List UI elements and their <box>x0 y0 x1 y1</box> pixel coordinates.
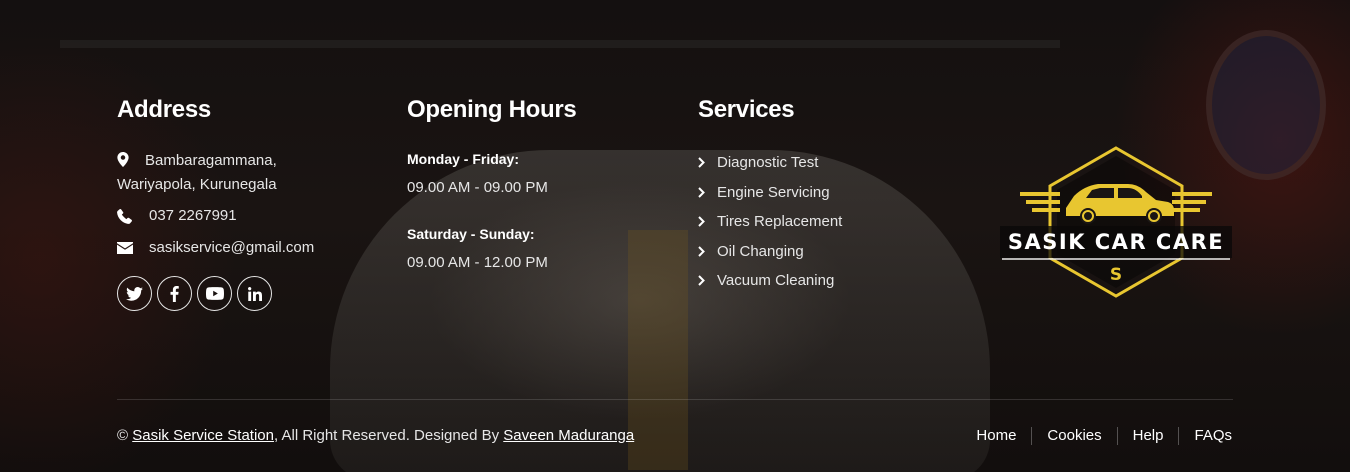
service-label: Diagnostic Test <box>717 154 819 172</box>
twitter-icon <box>126 286 143 301</box>
copyright-text: © Sasik Service Station, All Right Reser… <box>117 427 634 444</box>
weekend-label: Saturday - Sunday: <box>407 226 535 242</box>
phone-number: 037 2267991 <box>149 207 237 224</box>
footer-nav-faqs[interactable]: FAQs <box>1178 427 1232 445</box>
footer-nav-help[interactable]: Help <box>1116 427 1179 445</box>
youtube-button[interactable] <box>197 276 232 311</box>
address-email: sasikservice@gmail.com <box>117 238 314 258</box>
weekend-hours: 09.00 AM - 12.00 PM <box>407 254 548 271</box>
opening-hours-heading: Opening Hours <box>407 96 577 123</box>
designer-link[interactable]: Saveen Maduranga <box>503 427 634 444</box>
copyright-symbol: © <box>117 427 129 444</box>
address-line-2: Wariyapola, Kurunegala <box>117 176 277 193</box>
chevron-right-icon <box>698 157 717 168</box>
service-link-vacuum-cleaning[interactable]: Vacuum Cleaning <box>698 266 842 296</box>
service-label: Engine Servicing <box>717 183 830 201</box>
site-name-link[interactable]: Sasik Service Station <box>132 427 274 444</box>
service-link-engine-servicing[interactable]: Engine Servicing <box>698 178 842 208</box>
linkedin-button[interactable] <box>237 276 272 311</box>
chevron-right-icon <box>698 216 717 227</box>
phone-icon <box>117 206 149 226</box>
address-phone: 037 2267991 <box>117 206 237 226</box>
logo-text: SASIK CAR CARE <box>1008 230 1224 254</box>
email-address: sasikservice@gmail.com <box>149 239 315 256</box>
footer-divider <box>117 399 1233 400</box>
service-label: Vacuum Cleaning <box>717 272 835 290</box>
service-label: Tires Replacement <box>717 213 843 231</box>
chevron-right-icon <box>698 275 717 286</box>
services-heading: Services <box>698 96 795 123</box>
weekday-label: Monday - Friday: <box>407 151 520 167</box>
footer-nav-home[interactable]: Home <box>961 427 1031 445</box>
service-link-tires-replacement[interactable]: Tires Replacement <box>698 207 842 237</box>
facebook-icon <box>170 285 179 302</box>
address-line-1: Bambaragammana, <box>145 152 277 169</box>
sasik-car-care-logo: SASIK CAR CARE S <box>1000 146 1232 298</box>
address-location: Bambaragammana, Wariyapola, Kurunegala <box>117 149 277 193</box>
logo-letter: S <box>1110 265 1122 285</box>
services-list: Diagnostic Test Engine Servicing Tires R… <box>698 148 842 296</box>
footer-nav-cookies[interactable]: Cookies <box>1031 427 1116 445</box>
envelope-icon <box>117 238 149 258</box>
service-link-diagnostic-test[interactable]: Diagnostic Test <box>698 148 842 178</box>
weekday-hours: 09.00 AM - 09.00 PM <box>407 179 548 196</box>
chevron-right-icon <box>698 246 717 257</box>
facebook-button[interactable] <box>157 276 192 311</box>
site-footer: Address Bambaragammana, Wariyapola, Kuru… <box>0 0 1350 472</box>
address-heading: Address <box>117 96 211 123</box>
service-link-oil-changing[interactable]: Oil Changing <box>698 237 842 267</box>
footer-nav: Home Cookies Help FAQs <box>961 427 1232 445</box>
youtube-icon <box>205 287 224 300</box>
twitter-button[interactable] <box>117 276 152 311</box>
service-label: Oil Changing <box>717 242 804 260</box>
linkedin-icon <box>247 286 262 301</box>
rights-text: , All Right Reserved. Designed By <box>273 427 500 444</box>
social-links <box>117 276 272 311</box>
chevron-right-icon <box>698 187 717 198</box>
